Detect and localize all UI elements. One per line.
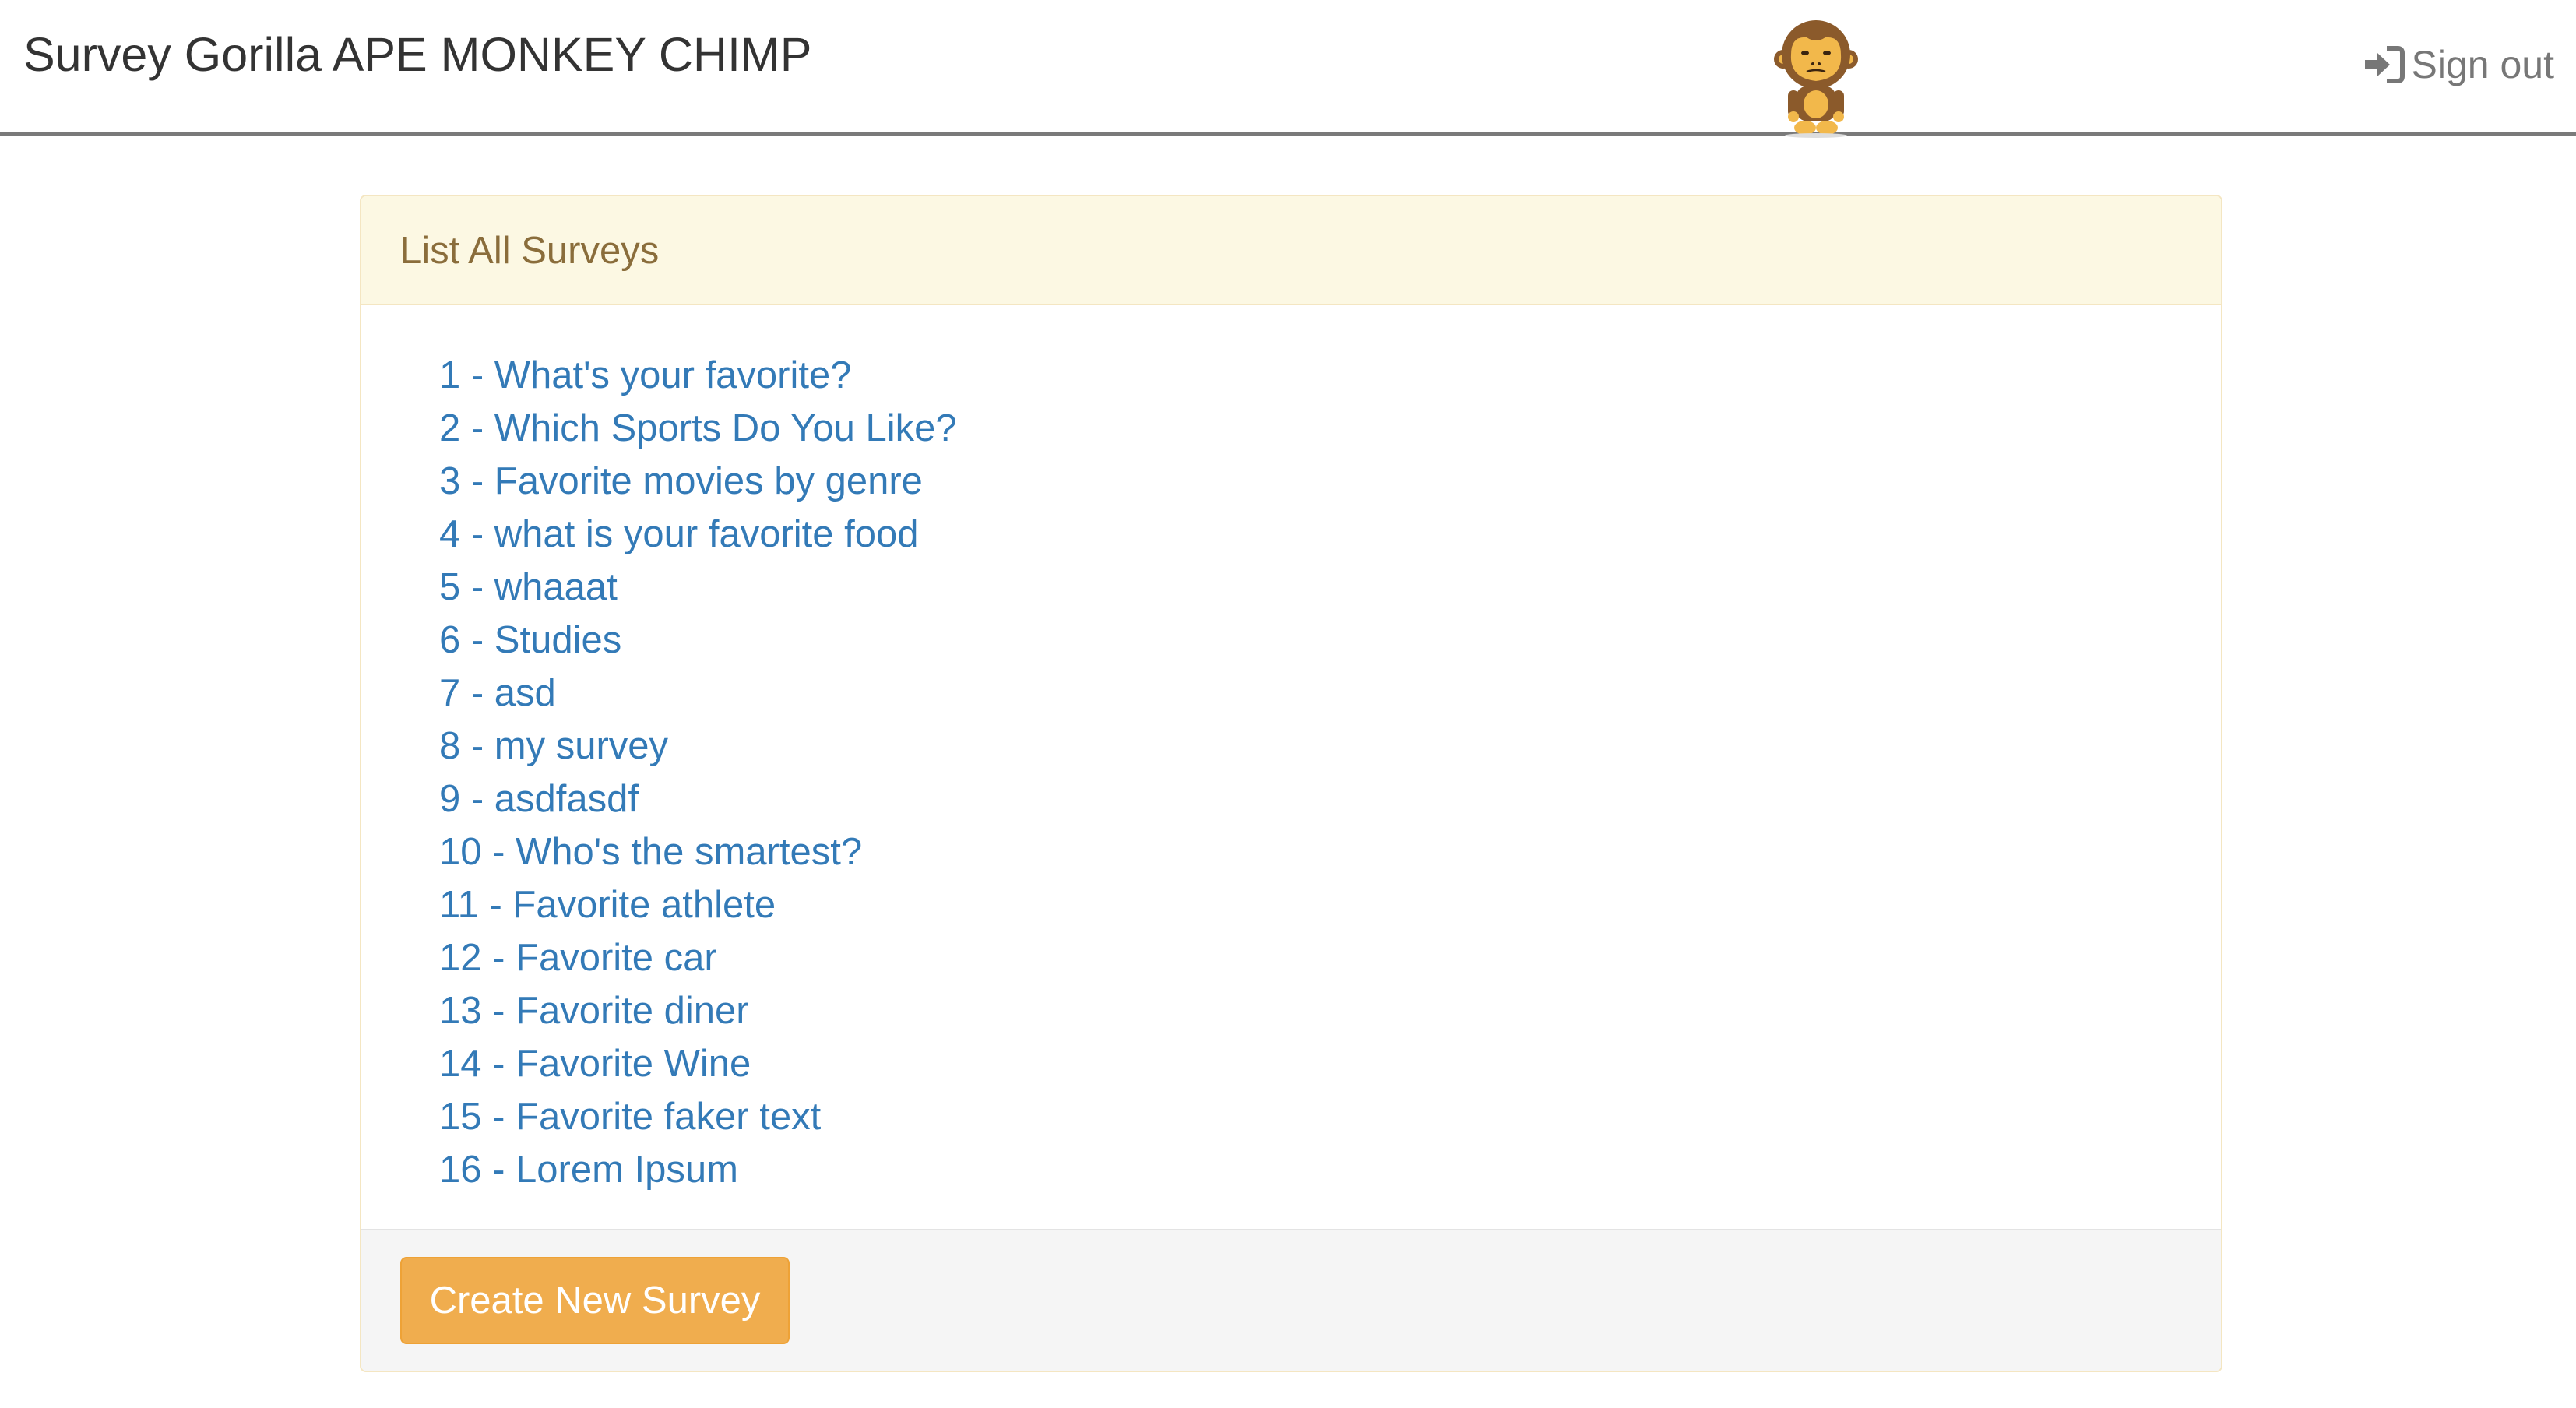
panel-footer: Create New Survey: [361, 1229, 2221, 1371]
list-item: 1 - What's your favorite?: [439, 349, 957, 402]
list-item: 4 - what is your favorite food: [439, 508, 957, 561]
survey-link-1[interactable]: 1 - What's your favorite?: [439, 354, 852, 396]
brand-title[interactable]: Survey Gorilla APE MONKEY CHIMP: [23, 23, 811, 86]
survey-link-7[interactable]: 7 - asd: [439, 672, 556, 714]
survey-link-3[interactable]: 3 - Favorite movies by genre: [439, 460, 923, 502]
list-item: 14 - Favorite Wine: [439, 1037, 957, 1090]
list-item: 9 - asdfasdf: [439, 773, 957, 825]
list-item: 8 - my survey: [439, 720, 957, 773]
survey-link-6[interactable]: 6 - Studies: [439, 619, 621, 661]
list-item: 2 - Which Sports Do You Like?: [439, 402, 957, 455]
survey-link-15[interactable]: 15 - Favorite faker text: [439, 1096, 821, 1138]
survey-link-12[interactable]: 12 - Favorite car: [439, 937, 717, 979]
survey-link-13[interactable]: 13 - Favorite diner: [439, 990, 749, 1032]
list-item: 10 - Who's the smartest?: [439, 825, 957, 878]
list-item: 11 - Favorite athlete: [439, 878, 957, 931]
sign-out-link[interactable]: Sign out: [2363, 37, 2554, 92]
panel-heading: List All Surveys: [361, 196, 2221, 305]
survey-link-10[interactable]: 10 - Who's the smartest?: [439, 831, 862, 873]
create-new-survey-button[interactable]: Create New Survey: [400, 1257, 790, 1344]
survey-link-14[interactable]: 14 - Favorite Wine: [439, 1043, 751, 1085]
surveys-panel: List All Surveys 1 - What's your favorit…: [360, 195, 2222, 1372]
survey-link-5[interactable]: 5 - whaaat: [439, 566, 618, 608]
survey-list: 1 - What's your favorite? 2 - Which Spor…: [439, 349, 957, 1196]
list-item: 5 - whaaat: [439, 561, 957, 614]
survey-link-9[interactable]: 9 - asdfasdf: [439, 778, 639, 820]
list-item: 3 - Favorite movies by genre: [439, 455, 957, 508]
survey-link-16[interactable]: 16 - Lorem Ipsum: [439, 1149, 738, 1191]
panel-title: List All Surveys: [400, 230, 660, 272]
top-navbar: Survey Gorilla APE MONKEY CHIMP Sign out: [0, 0, 2576, 138]
list-item: 12 - Favorite car: [439, 931, 957, 984]
sign-out-label: Sign out: [2411, 43, 2554, 86]
survey-link-4[interactable]: 4 - what is your favorite food: [439, 513, 919, 555]
survey-link-2[interactable]: 2 - Which Sports Do You Like?: [439, 407, 957, 449]
survey-link-8[interactable]: 8 - my survey: [439, 725, 668, 767]
list-item: 7 - asd: [439, 667, 957, 720]
list-item: 16 - Lorem Ipsum: [439, 1143, 957, 1196]
list-item: 15 - Favorite faker text: [439, 1090, 957, 1143]
list-item: 6 - Studies: [439, 614, 957, 667]
survey-link-11[interactable]: 11 - Favorite athlete: [439, 884, 776, 926]
monkey-mascot-icon: [1774, 20, 1858, 138]
sign-in-arrow-icon: [2364, 46, 2405, 83]
list-item: 13 - Favorite diner: [439, 984, 957, 1037]
